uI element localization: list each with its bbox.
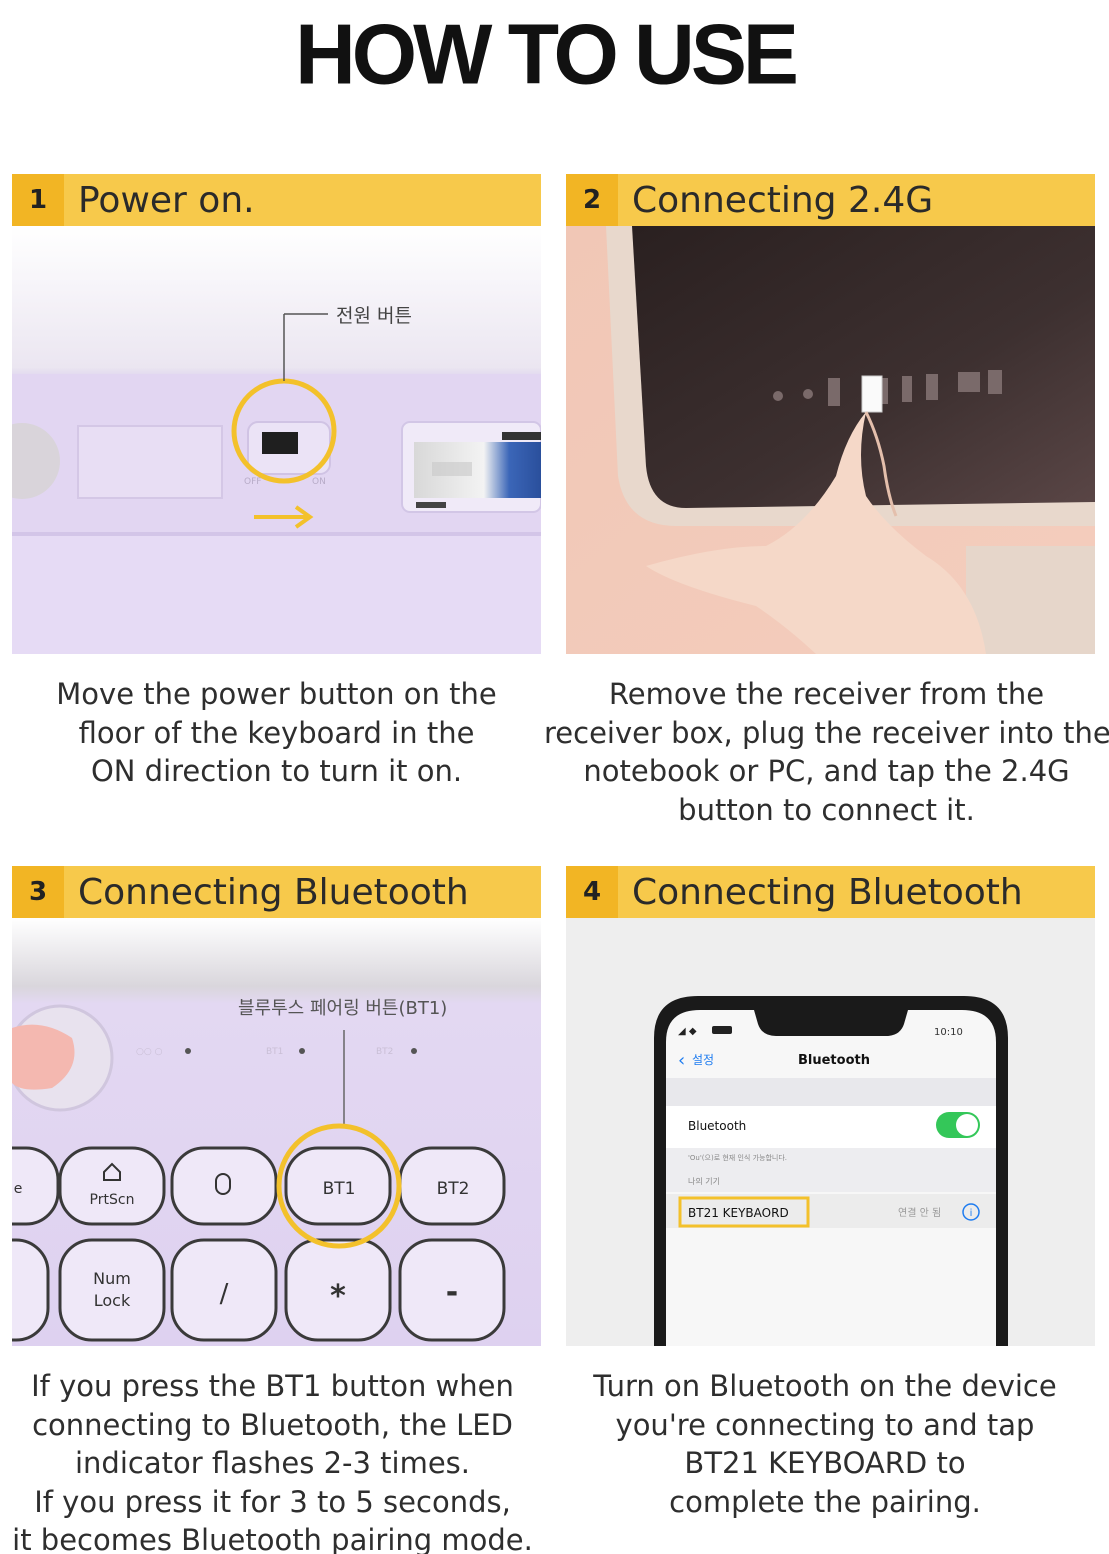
device-status: 연결 안 됨 xyxy=(898,1207,941,1219)
svg-text:BT2: BT2 xyxy=(376,1047,393,1057)
svg-text:i: i xyxy=(970,1208,973,1219)
settings-back-link[interactable]: 설정 xyxy=(692,1053,714,1067)
device-bt21-keyboard[interactable]: BT21 KEYBAORD xyxy=(688,1206,789,1220)
svg-text:BT1: BT1 xyxy=(266,1047,283,1057)
step-1-header: 1 Power on. xyxy=(12,174,541,226)
key-bt2: BT2 xyxy=(437,1179,470,1199)
phone-time: 10:10 xyxy=(934,1027,963,1038)
step-3-number: 3 xyxy=(12,866,64,918)
phone-screen-title: Bluetooth xyxy=(798,1053,870,1068)
svg-text:ON: ON xyxy=(312,477,326,487)
back-chevron-icon: ‹ xyxy=(678,1050,685,1071)
svg-text:OFF: OFF xyxy=(244,477,261,487)
key-slash: / xyxy=(220,1279,229,1309)
key-e: e xyxy=(14,1181,23,1197)
key-num: Num xyxy=(93,1269,131,1288)
my-devices-header: 나의 기기 xyxy=(688,1176,720,1186)
step-4-title: Connecting Bluetooth xyxy=(632,871,1023,913)
step-4-caption: Turn on Bluetooth on the device you're c… xyxy=(593,1369,1057,1519)
key-lock: Lock xyxy=(94,1291,131,1310)
key-minus: - xyxy=(446,1275,458,1310)
step-2-header: 2 Connecting 2.4G xyxy=(566,174,1095,226)
step-3-photo: 블루투스 페어링 버튼(BT1) ○○ ○ BT1 BT2 e PrtScn B… xyxy=(12,918,541,1346)
step-2-title: Connecting 2.4G xyxy=(632,179,934,221)
pairing-button-label: 블루투스 페어링 버튼(BT1) xyxy=(238,998,447,1019)
key-bt1: BT1 xyxy=(323,1179,356,1199)
step-2-photo xyxy=(566,226,1095,654)
page-title: HOW TO USE xyxy=(295,6,799,102)
step-3-caption: If you press the BT1 button when connect… xyxy=(12,1369,533,1554)
key-prtscn: PrtScn xyxy=(90,1192,135,1208)
step-1-title: Power on. xyxy=(78,179,255,221)
step-1-number: 1 xyxy=(12,174,64,226)
step-2-caption: Remove the receiver from the receiver bo… xyxy=(544,677,1109,827)
step-3-title: Connecting Bluetooth xyxy=(78,871,469,913)
step-2-number: 2 xyxy=(566,174,618,226)
step-1-photo: 전원 버튼 OFF ON xyxy=(12,226,541,654)
step-3-header: 3 Connecting Bluetooth xyxy=(12,866,541,918)
power-button-label: 전원 버튼 xyxy=(336,305,412,327)
discoverable-note: 'Ou'(으)로 현재 인식 가능합니다. xyxy=(688,1153,787,1162)
bluetooth-toggle-label: Bluetooth xyxy=(688,1119,746,1133)
svg-text:○○ ○: ○○ ○ xyxy=(136,1047,163,1057)
step-4-header: 4 Connecting Bluetooth xyxy=(566,866,1095,918)
svg-text:◢ ◆: ◢ ◆ xyxy=(678,1026,697,1037)
battery-icon xyxy=(712,1026,732,1034)
key-star: * xyxy=(330,1279,346,1314)
step-4-photo: 10:10 ◢ ◆ ‹ 설정 Bluetooth Bluetooth 'Ou'(… xyxy=(566,918,1095,1346)
step-1-caption: Move the power button on the floor of th… xyxy=(56,677,497,788)
step-4-number: 4 xyxy=(566,866,618,918)
